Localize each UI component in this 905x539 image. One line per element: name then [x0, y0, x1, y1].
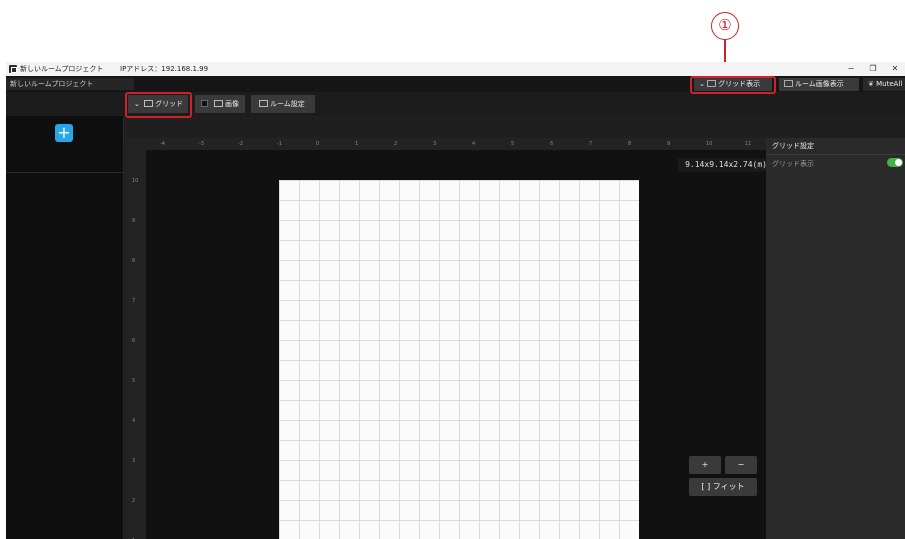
app-title: 新しいルームプロジェクト [20, 65, 104, 73]
zoom-out-button[interactable]: − [725, 456, 757, 474]
ruler-top-tick: 4 [472, 141, 476, 147]
ruler-top-tick: 1 [355, 141, 359, 147]
add-room-button[interactable]: + [55, 124, 73, 142]
minimize-button[interactable]: − [844, 62, 858, 76]
ruler-top-tick: 3 [433, 141, 437, 147]
ruler-top-tick: 6 [550, 141, 554, 147]
ruler-left: 10987654321 [126, 150, 146, 539]
grid-settings-title: グリッド設定 [772, 142, 814, 150]
fit-icon: [ ] [701, 482, 711, 491]
room-dimensions: 9.14x9.14x2.74(m) [678, 158, 770, 172]
ruler-left-tick: 7 [132, 298, 136, 304]
image-icon [214, 100, 223, 107]
ruler-top-tick: -1 [277, 141, 282, 147]
close-button[interactable]: ✕ [888, 62, 902, 76]
grid-display-setting-label: グリッド表示 [772, 160, 814, 168]
ruler-left-tick: 5 [132, 378, 136, 384]
room-settings-button[interactable]: ルーム設定 [251, 95, 315, 113]
room-settings-icon [259, 100, 268, 107]
grid-display-toggle[interactable] [887, 158, 903, 167]
project-name-field[interactable]: 新しいルームプロジェクト [6, 78, 134, 90]
ruler-left-tick: 8 [132, 258, 136, 264]
image-icon [784, 80, 793, 87]
room-floor-grid[interactable] [279, 180, 639, 539]
ruler-top-tick: 5 [511, 141, 515, 147]
image-tool-button[interactable]: 画像 [195, 95, 245, 113]
brand-logo: ❦ MuteAll [863, 78, 905, 91]
screenshot-root: ① 新しいルームプロジェクト IPアドレス：192.168.1.99 − ❐ ✕… [0, 0, 905, 539]
callout-highlight-grid-tool [125, 92, 192, 118]
fit-label: フィット [712, 482, 745, 491]
ruler-top-tick: -2 [238, 141, 243, 147]
ruler-top-tick: -4 [160, 141, 165, 147]
app-window: 新しいルームプロジェクト IPアドレス：192.168.1.99 − ❐ ✕ 新… [6, 62, 905, 539]
room-settings-label: ルーム設定 [270, 100, 305, 108]
room-image-display-label: ルーム画像表示 [795, 80, 844, 88]
brand-name: MuteAll [876, 80, 903, 88]
ruler-top-tick: 7 [589, 141, 593, 147]
ruler-top-tick: 11 [745, 141, 752, 147]
zoom-in-button[interactable]: + [689, 456, 721, 474]
left-panel-divider [6, 172, 124, 173]
fit-button[interactable]: [ ] フィット [689, 478, 757, 496]
settings-divider [766, 154, 905, 155]
ruler-left-tick: 9 [132, 218, 136, 224]
callout-highlight-grid-display [690, 76, 776, 94]
title-bar: 新しいルームプロジェクト IPアドレス：192.168.1.99 − ❐ ✕ [6, 62, 905, 76]
ip-address: IPアドレス：192.168.1.99 [120, 65, 209, 73]
ruler-top-tick: 2 [394, 141, 398, 147]
room-image-display-button[interactable]: ルーム画像表示 [779, 78, 859, 91]
ruler-left-tick: 6 [132, 338, 136, 344]
ruler-top-tick: -3 [199, 141, 204, 147]
callout-number: ① [711, 12, 739, 40]
image-tool-label: 画像 [225, 100, 239, 108]
ruler-top-tick: 8 [628, 141, 632, 147]
waveform-icon: ❦ [868, 80, 874, 88]
grid-settings-panel: グリッド設定 グリッド表示 [766, 138, 905, 539]
image-checkbox[interactable] [201, 100, 208, 107]
ruler-left-tick: 2 [132, 498, 136, 504]
room-list-panel: + [6, 116, 124, 539]
maximize-button[interactable]: ❐ [866, 62, 880, 76]
room-canvas[interactable]: + − [ ] フィット [146, 150, 766, 539]
ruler-top-tick: 9 [667, 141, 671, 147]
ruler-left-tick: 10 [132, 178, 139, 184]
ruler-top-tick: 0 [316, 141, 320, 147]
ruler-top-tick: 10 [706, 141, 713, 147]
app-logo-icon [9, 65, 17, 73]
ruler-left-tick: 4 [132, 418, 136, 424]
ruler-left-tick: 3 [132, 458, 136, 464]
ruler-top: -4-3-2-10123456789101112 [126, 138, 790, 150]
